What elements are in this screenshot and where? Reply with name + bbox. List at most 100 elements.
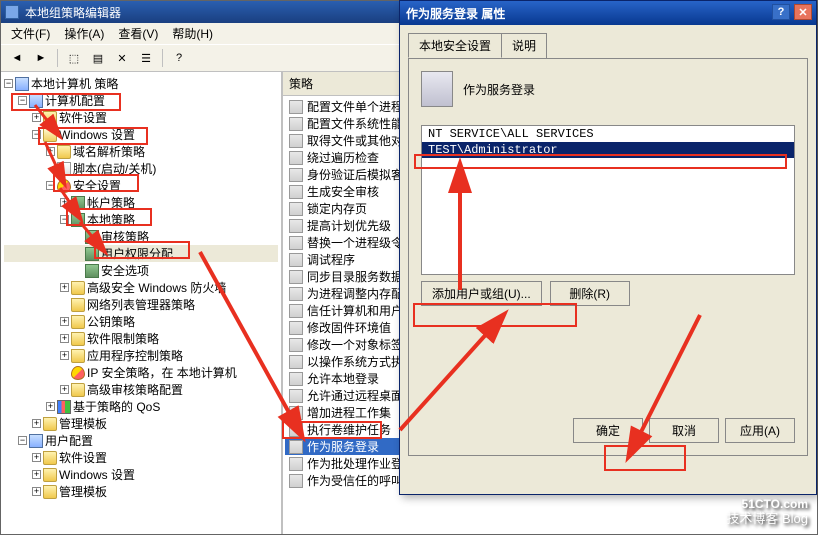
menu-action[interactable]: 操作(A) bbox=[58, 23, 110, 44]
folder-icon bbox=[57, 145, 71, 159]
expander-icon[interactable]: − bbox=[18, 436, 27, 445]
policy-label: 身份验证后模拟客 bbox=[307, 166, 403, 183]
expander-icon[interactable]: − bbox=[4, 79, 13, 88]
close-icon[interactable]: ✕ bbox=[794, 4, 812, 20]
policy-label: 执行卷维护任务 bbox=[307, 421, 391, 438]
policy-label: 作为批处理作业登 bbox=[307, 455, 403, 472]
user-listbox[interactable]: NT SERVICE\ALL SERVICESTEST\Administrato… bbox=[421, 125, 795, 275]
expander-icon[interactable]: + bbox=[60, 317, 69, 326]
expander-icon[interactable]: + bbox=[60, 385, 69, 394]
close-icon[interactable]: ✕ bbox=[112, 48, 132, 68]
tree-pub-key[interactable]: 公钥策略 bbox=[87, 313, 135, 330]
menu-view[interactable]: 查看(V) bbox=[112, 23, 164, 44]
tree-soft-restrict[interactable]: 软件限制策略 bbox=[87, 330, 159, 347]
tree-app-ctrl[interactable]: 应用程序控制策略 bbox=[87, 347, 183, 364]
policy-icon bbox=[289, 440, 303, 454]
tree-qos[interactable]: 基于策略的 QoS bbox=[73, 398, 160, 415]
up-icon[interactable]: ⬚ bbox=[64, 48, 84, 68]
user-list-item[interactable]: NT SERVICE\ALL SERVICES bbox=[422, 126, 794, 142]
menu-help[interactable]: 帮助(H) bbox=[166, 23, 219, 44]
folder-icon bbox=[71, 332, 85, 346]
expander-icon[interactable]: + bbox=[60, 198, 69, 207]
nav-back-icon[interactable]: ◄ bbox=[7, 48, 27, 68]
policy-label: 配置文件单个进程 bbox=[307, 98, 403, 115]
tab-explain[interactable]: 说明 bbox=[501, 33, 547, 58]
policy-icon bbox=[289, 236, 303, 250]
expander-icon[interactable]: + bbox=[60, 334, 69, 343]
tree-local-pol[interactable]: 本地策略 bbox=[87, 211, 135, 228]
folder-icon bbox=[71, 383, 85, 397]
menu-file[interactable]: 文件(F) bbox=[5, 23, 56, 44]
computer-icon bbox=[29, 94, 43, 108]
tree-u-tpl[interactable]: 管理模板 bbox=[59, 483, 107, 500]
tree-sec-options[interactable]: 安全选项 bbox=[101, 262, 149, 279]
shield-icon bbox=[71, 366, 85, 380]
expander-icon[interactable]: + bbox=[60, 351, 69, 360]
tree-audit-pol[interactable]: 审核策略 bbox=[101, 228, 149, 245]
export-icon[interactable]: ▤ bbox=[88, 48, 108, 68]
separator bbox=[57, 49, 58, 67]
user-list-item[interactable]: TEST\Administrator bbox=[422, 142, 794, 158]
tree-computer-cfg[interactable]: 计算机配置 bbox=[45, 92, 105, 109]
policy-label: 绕过遍历检查 bbox=[307, 149, 379, 166]
folder-icon bbox=[71, 315, 85, 329]
policy-icon bbox=[289, 202, 303, 216]
tree-scripts[interactable]: 脚本(启动/关机) bbox=[73, 160, 156, 177]
tree-net-list[interactable]: 网络列表管理器策略 bbox=[87, 296, 195, 313]
help-icon[interactable]: ? bbox=[772, 4, 790, 20]
policy-icon bbox=[421, 71, 453, 107]
expander-icon[interactable]: + bbox=[60, 283, 69, 292]
expander-icon[interactable]: + bbox=[32, 453, 41, 462]
tree-win-settings[interactable]: Windows 设置 bbox=[59, 126, 135, 143]
tree-u-win[interactable]: Windows 设置 bbox=[59, 466, 135, 483]
policy-icon bbox=[289, 151, 303, 165]
props-icon[interactable]: ☰ bbox=[136, 48, 156, 68]
user-icon bbox=[29, 434, 43, 448]
expander-icon[interactable]: + bbox=[32, 113, 41, 122]
tree-adv-audit[interactable]: 高级审核策略配置 bbox=[87, 381, 183, 398]
tree-adv-firewall[interactable]: 高级安全 Windows 防火墙 bbox=[87, 279, 226, 296]
tree-u-soft[interactable]: 软件设置 bbox=[59, 449, 107, 466]
expander-icon[interactable]: + bbox=[46, 147, 55, 156]
tree-soft-settings[interactable]: 软件设置 bbox=[59, 109, 107, 126]
nav-fwd-icon[interactable]: ► bbox=[31, 48, 51, 68]
tree-security[interactable]: 安全设置 bbox=[73, 177, 121, 194]
help-icon[interactable]: ? bbox=[169, 48, 189, 68]
policy-icon bbox=[289, 423, 303, 437]
remove-button[interactable]: 删除(R) bbox=[550, 281, 630, 306]
policy-icon bbox=[289, 117, 303, 131]
book-icon bbox=[85, 230, 99, 244]
tab-local-security[interactable]: 本地安全设置 bbox=[408, 33, 502, 58]
expander-icon[interactable]: + bbox=[46, 402, 55, 411]
tree-root[interactable]: 本地计算机 策略 bbox=[31, 75, 118, 92]
folder-icon bbox=[43, 451, 57, 465]
folder-icon bbox=[43, 485, 57, 499]
expander-icon[interactable]: − bbox=[32, 130, 41, 139]
policy-icon bbox=[289, 287, 303, 301]
tree-ipsec[interactable]: IP 安全策略，在 本地计算机 bbox=[87, 364, 237, 381]
book-icon bbox=[85, 247, 99, 261]
expander-icon[interactable]: + bbox=[32, 487, 41, 496]
policy-label: 取得文件或其他对 bbox=[307, 132, 403, 149]
expander-icon[interactable]: − bbox=[18, 96, 27, 105]
expander-icon[interactable]: − bbox=[60, 215, 69, 224]
add-user-button[interactable]: 添加用户或组(U)... bbox=[421, 281, 542, 306]
cancel-button[interactable]: 取消 bbox=[649, 418, 719, 443]
folder-open-icon bbox=[43, 128, 57, 142]
apply-button[interactable]: 应用(A) bbox=[725, 418, 795, 443]
dialog-title: 作为服务登录 属性 bbox=[406, 5, 505, 22]
expander-icon[interactable]: + bbox=[32, 470, 41, 479]
tree-admin-tpl[interactable]: 管理模板 bbox=[59, 415, 107, 432]
policy-label: 以操作系统方式执 bbox=[307, 353, 403, 370]
ok-button[interactable]: 确定 bbox=[573, 418, 643, 443]
tree-user-rights[interactable]: 用户权限分配 bbox=[101, 245, 173, 262]
tree-account-pol[interactable]: 帐户策略 bbox=[87, 194, 135, 211]
tree-pane[interactable]: −本地计算机 策略 −计算机配置 +软件设置 −Windows 设置 +域名解析… bbox=[1, 72, 283, 534]
policy-label: 提高计划优先级 bbox=[307, 217, 391, 234]
tree-name-res[interactable]: 域名解析策略 bbox=[73, 143, 145, 160]
expander-icon[interactable]: − bbox=[46, 181, 55, 190]
watermark-line2: 技术博客 Blog bbox=[726, 511, 808, 527]
dialog-titlebar[interactable]: 作为服务登录 属性 ? ✕ bbox=[400, 1, 816, 25]
expander-icon[interactable]: + bbox=[32, 419, 41, 428]
tree-user-cfg[interactable]: 用户配置 bbox=[45, 432, 93, 449]
